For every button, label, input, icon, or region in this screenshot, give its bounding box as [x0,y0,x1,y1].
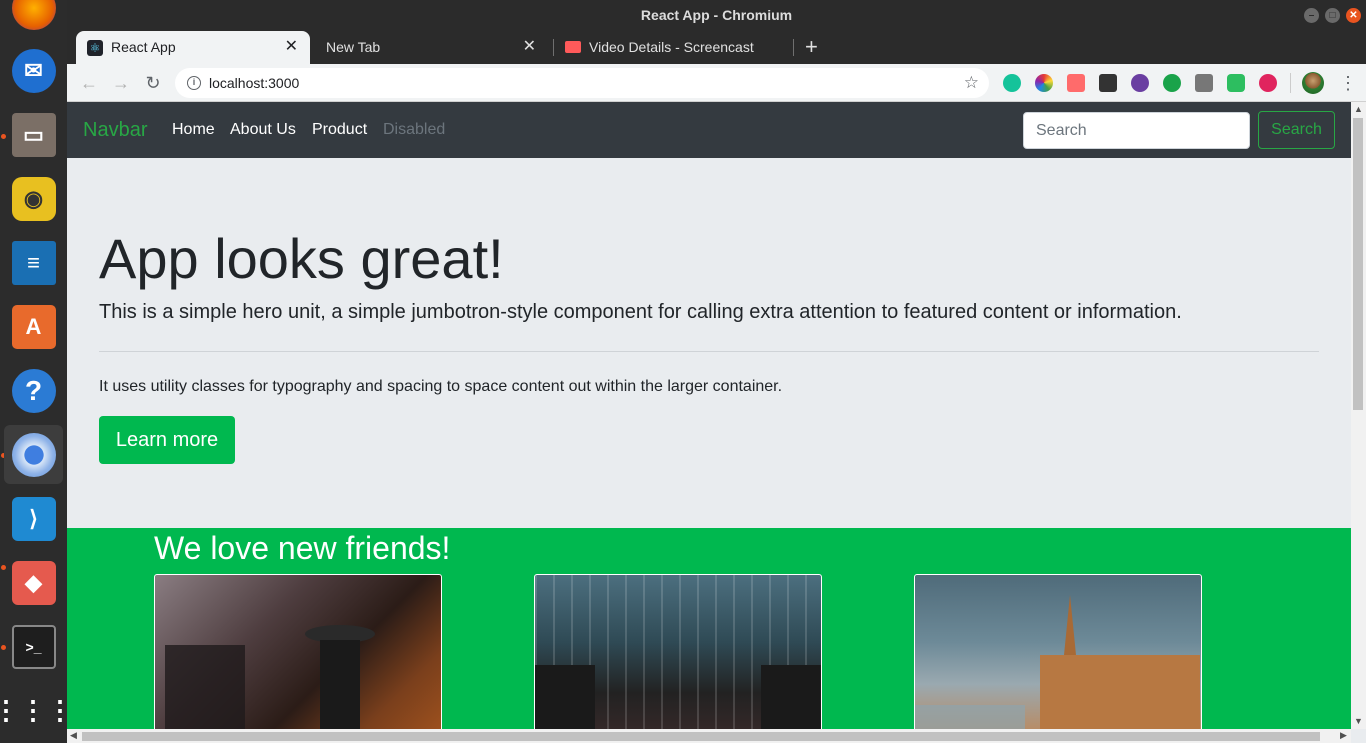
close-window-icon[interactable]: ✕ [1346,8,1361,23]
vertical-scroll-thumb[interactable] [1353,118,1363,410]
color-picker-extension-icon[interactable] [1035,74,1053,92]
toolbar-divider [1290,73,1291,93]
hero-title: App looks great! [99,227,504,290]
extension-icon[interactable] [1099,74,1117,92]
terminal-icon[interactable]: >_ [4,617,63,676]
new-tab-button[interactable]: + [805,30,818,63]
close-tab-icon[interactable]: ✕ [285,31,298,63]
page-viewport: Navbar Home About Us Product Disabled Se… [67,102,1351,729]
tab-react-app[interactable]: ⚛ React App ✕ [76,31,310,64]
search-button[interactable]: Search [1258,111,1335,149]
tab-new-tab[interactable]: New Tab ✕ [312,31,548,64]
evernote-extension-icon[interactable] [1227,74,1245,92]
forward-icon[interactable]: → [109,71,133,95]
bookmark-star-icon[interactable]: ☆ [964,68,979,98]
help-icon[interactable]: ? [4,361,63,420]
rhythmbox-icon[interactable]: ◉ [4,169,63,228]
window-title: React App - Chromium [640,7,793,23]
hero-lead: This is a simple hero unit, a simple jum… [99,301,1182,323]
minimize-icon[interactable]: – [1304,8,1319,23]
browser-toolbar: ← → ↻ i localhost:3000 ☆ ⋮ [67,64,1366,102]
extension-icon[interactable] [1259,74,1277,92]
tab-video-details[interactable]: Video Details - Screencast [553,31,793,64]
vscode-icon[interactable]: ⟩ [4,489,63,548]
window-titlebar: React App - Chromium – □ ✕ [67,0,1366,30]
reload-icon[interactable]: ↻ [141,71,165,95]
navbar-brand[interactable]: Navbar [83,102,147,158]
site-navbar: Navbar Home About Us Product Disabled Se… [67,102,1351,158]
scroll-up-icon[interactable]: ▲ [1354,104,1363,114]
ubuntu-dock: ✉ ▭ ◉ ≡ A ? ⟩ ◆ >_ ⋮⋮⋮ [0,0,73,743]
writer-icon[interactable]: ≡ [4,233,63,292]
maximize-icon[interactable]: □ [1325,8,1340,23]
address-bar[interactable]: i localhost:3000 ☆ [175,68,989,98]
learn-more-button[interactable]: Learn more [99,416,235,464]
recycle-extension-icon[interactable] [1195,74,1213,92]
search-input[interactable] [1023,112,1250,149]
photo-cathedral [914,574,1202,729]
react-logo-icon: ⚛ [87,40,103,56]
hero-text: It uses utility classes for typography a… [99,378,783,395]
tab-label: React App [111,39,176,55]
close-tab-icon[interactable]: ✕ [523,31,536,63]
menu-kebab-icon[interactable]: ⋮ [1339,64,1357,102]
divider [99,351,1319,352]
back-icon[interactable]: ← [77,71,101,95]
nav-link-disabled: Disabled [383,121,446,138]
photo-street-kyoto [154,574,442,729]
nav-link-product[interactable]: Product [312,102,367,158]
info-icon[interactable]: i [187,76,201,90]
friends-title: We love new friends! [154,530,451,566]
wappalyzer-extension-icon[interactable] [1131,74,1149,92]
package-icon[interactable]: ◆ [4,553,63,612]
extension-icon[interactable] [1163,74,1181,92]
avatar[interactable] [1302,72,1324,94]
tab-strip: ⚛ React App ✕ New Tab ✕ Video Details - … [67,30,1366,64]
photo-arcade-roof [534,574,822,729]
tab-separator [793,39,794,56]
jumbotron: App looks great! This is a simple hero u… [67,158,1351,528]
scroll-right-icon[interactable]: ▶ [1340,730,1347,741]
tab-label: New Tab [326,39,381,55]
chromium-icon[interactable] [4,425,63,484]
thunderbird-icon[interactable]: ✉ [4,41,63,100]
horizontal-scroll-thumb[interactable] [82,732,1320,741]
tab-label: Video Details - Screencast [589,39,754,55]
nav-link-about-us[interactable]: About Us [230,102,296,158]
friends-section: We love new friends! [67,528,1351,729]
files-icon[interactable]: ▭ [4,105,63,164]
apps-grid-icon[interactable]: ⋮⋮⋮ [0,681,73,740]
firefox-icon[interactable] [4,0,63,37]
software-icon[interactable]: A [4,297,63,356]
url-text: localhost:3000 [209,75,300,91]
screencastify-extension-icon[interactable] [1067,74,1085,92]
grammarly-extension-icon[interactable] [1003,74,1021,92]
scroll-left-icon[interactable]: ◀ [70,730,77,741]
scroll-down-icon[interactable]: ▼ [1354,716,1363,726]
screencastify-icon [565,41,581,53]
nav-link-home[interactable]: Home [172,102,215,158]
